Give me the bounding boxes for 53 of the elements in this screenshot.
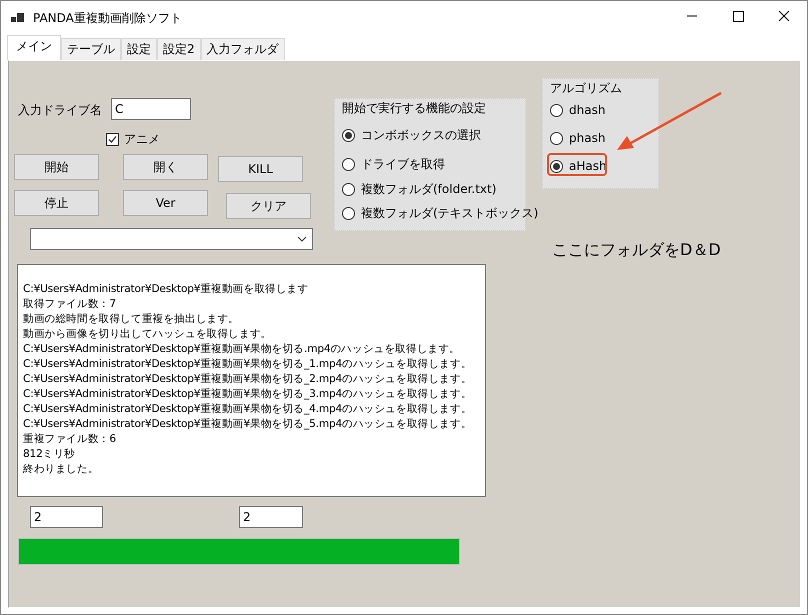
radio-button[interactable]: [342, 183, 355, 196]
radio-button[interactable]: [342, 207, 355, 220]
drop-hint: ここにフォルダをD＆D: [552, 240, 721, 261]
radio-label: aHash: [569, 159, 607, 173]
log-line: 動画から画像を切り出してハッシュを取得します。: [23, 327, 272, 342]
number-field[interactable]: 2: [30, 506, 103, 528]
log-line: C:¥Users¥Administrator¥Desktop¥重複動画¥果物を切る_1.mp4のハッシュを取得します。: [23, 357, 473, 372]
radio-label: ドライブを取得: [361, 156, 445, 173]
checkbox-label: アニメ: [124, 131, 160, 148]
highlight-box: [547, 153, 607, 176]
tab[interactable]: 入力フォルダ: [200, 38, 285, 60]
radio-label: 複数フォルダ(folder.txt): [361, 181, 496, 198]
radio-button[interactable]: [550, 104, 563, 116]
action-button[interactable]: 開く: [123, 154, 208, 180]
log-line: C:¥Users¥Administrator¥Desktop¥重複動画¥果物を切る_2.mp4のハッシュを取得します。: [23, 372, 473, 387]
action-button[interactable]: KILL: [218, 156, 303, 182]
radio-label: dhash: [569, 103, 606, 117]
radio-button[interactable]: [550, 132, 563, 144]
radio-button[interactable]: [342, 158, 355, 171]
tab[interactable]: テーブル: [61, 38, 121, 60]
drive-label: 入力ドライブ名: [18, 102, 102, 119]
tab[interactable]: 設定: [121, 38, 157, 60]
app-icon: [11, 12, 25, 24]
action-button[interactable]: クリア: [226, 193, 311, 219]
log-line: 動画の総時間を取得して重複を抽出します。: [23, 312, 240, 327]
log-line: C:¥Users¥Administrator¥Desktop¥重複動画¥果物を切る_4.mp4のハッシュを取得します。: [23, 402, 473, 417]
log-line: 終わりました。: [23, 462, 100, 477]
group-title: 開始で実行する機能の設定: [342, 100, 486, 117]
action-button[interactable]: 開始: [14, 154, 99, 180]
radio-label: 複数フォルダ(テキストボックス): [361, 205, 538, 222]
log-line: 重複ファイル数：6: [23, 432, 117, 447]
tab[interactable]: メイン: [7, 35, 61, 60]
radio-label: phash: [569, 131, 606, 145]
group-title: アルゴリズム: [550, 80, 622, 97]
log-line: C:¥Users¥Administrator¥Desktop¥重複動画¥果物を切る_5.mp4のハッシュを取得します。: [23, 417, 473, 432]
log-line: C:¥Users¥Administrator¥Desktop¥重複動画¥果物を切る_3.mp4のハッシュを取得します。: [23, 387, 473, 402]
combo-box[interactable]: [30, 228, 313, 250]
action-button[interactable]: Ver: [123, 190, 208, 216]
log-line: C:¥Users¥Administrator¥Desktop¥重複動画を取得します: [23, 282, 310, 297]
drive-input[interactable]: C: [111, 98, 191, 120]
chevron-down-icon: [297, 236, 307, 242]
action-button[interactable]: 停止: [14, 190, 99, 216]
log-textbox[interactable]: [17, 264, 486, 497]
log-line: C:¥Users¥Administrator¥Desktop¥重複動画¥果物を切る.mp4のハッシュを取得します。: [23, 342, 461, 357]
log-line: 812ミリ秒: [23, 447, 76, 462]
window-title: PANDA重複動画削除ソフト: [33, 10, 183, 26]
checkbox[interactable]: [106, 133, 119, 146]
radio-button[interactable]: [342, 129, 355, 142]
log-line: 取得ファイル数：7: [23, 297, 117, 312]
tab[interactable]: 設定2: [157, 38, 201, 60]
radio-button[interactable]: [550, 160, 563, 172]
radio-label: コンボボックスの選択: [361, 127, 481, 144]
number-field[interactable]: 2: [239, 506, 303, 528]
